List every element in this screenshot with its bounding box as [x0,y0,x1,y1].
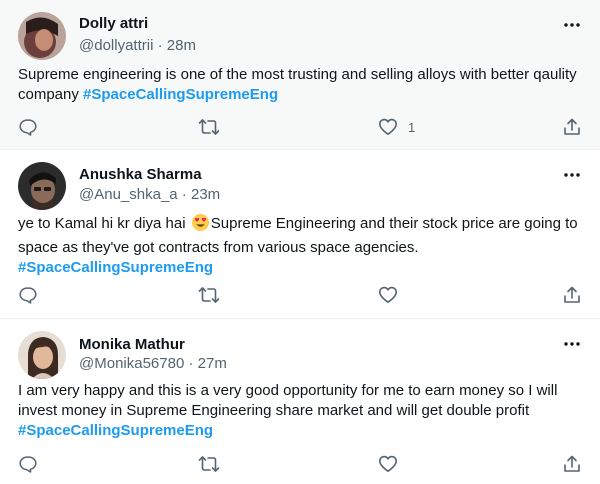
share-button[interactable] [562,283,582,307]
more-horizontal-icon [564,342,580,346]
reply-bubble-icon [19,456,37,473]
meta-separator: · [153,37,167,54]
author-handle[interactable]: @Anu_shka_a [79,186,178,203]
tweet-text-content: ye to Kamal hi kr diya hai [18,215,190,232]
author-meta: @Monika56780 · 27m [79,355,227,373]
more-options-button[interactable] [562,15,582,35]
tweet-card[interactable]: Anushka Sharma @Anu_shka_a · 23m ye to K… [0,151,600,319]
hashtag-link[interactable]: #SpaceCallingSupremeEng [83,86,278,103]
like-count: 1 [408,119,416,135]
more-horizontal-icon [564,173,580,177]
tweet-card[interactable]: Monika Mathur @Monika56780 · 27m I am ve… [0,320,600,484]
heart-eyes-emoji [191,213,210,238]
avatar[interactable] [18,162,66,210]
more-options-button[interactable] [562,334,582,354]
reply-button[interactable] [18,452,38,476]
tweet-time[interactable]: 23m [191,186,220,203]
heart-icon [379,286,397,303]
tweet-feed: Dolly attri @dollyattrii · 28m Supreme e… [0,0,600,484]
tweet-actions [0,452,600,476]
hashtag-link[interactable]: #SpaceCallingSupremeEng [18,422,213,439]
reply-bubble-icon [19,287,37,304]
tweet-time[interactable]: 27m [198,355,227,372]
author-meta: @Anu_shka_a · 23m [79,186,220,204]
heart-icon [379,118,397,135]
hashtag-link[interactable]: #SpaceCallingSupremeEng [18,259,213,276]
retweet-icon [198,119,220,135]
tweet-actions [0,283,600,307]
tweet-text-content: I am very happy and this is a very good … [18,382,558,419]
meta-separator: · [177,186,191,203]
author-meta: @dollyattrii · 28m [79,37,196,55]
tweet-text: Supreme engineering is one of the most t… [18,65,588,105]
like-button[interactable] [378,283,408,307]
share-button[interactable] [562,115,582,139]
avatar[interactable] [18,331,66,379]
author-handle[interactable]: @Monika56780 [79,355,184,372]
share-button[interactable] [562,452,582,476]
author-name[interactable]: Monika Mathur [79,336,185,354]
meta-separator: · [184,355,198,372]
retweet-icon [198,456,220,472]
author-name[interactable]: Dolly attri [79,15,148,33]
tweet-actions: 1 [0,115,600,139]
tweet-text: ye to Kamal hi kr diya hai Supreme Engin… [18,213,588,278]
retweet-button[interactable] [198,452,220,476]
avatar[interactable] [18,12,66,60]
heart-icon [379,455,397,472]
share-upload-icon [564,286,580,303]
tweet-text: I am very happy and this is a very good … [18,381,588,441]
retweet-button[interactable] [198,283,220,307]
tweet-card[interactable]: Dolly attri @dollyattrii · 28m Supreme e… [0,0,600,150]
more-horizontal-icon [564,23,580,27]
reply-button[interactable] [18,115,38,139]
more-options-button[interactable] [562,165,582,185]
share-upload-icon [564,455,580,472]
tweet-time[interactable]: 28m [167,37,196,54]
author-handle[interactable]: @dollyattrii [79,37,153,54]
author-name[interactable]: Anushka Sharma [79,166,202,184]
retweet-button[interactable] [198,115,220,139]
like-button[interactable] [378,452,408,476]
retweet-icon [198,287,220,303]
share-upload-icon [564,118,580,135]
reply-bubble-icon [19,119,37,136]
reply-button[interactable] [18,283,38,307]
like-button[interactable]: 1 [378,115,415,139]
